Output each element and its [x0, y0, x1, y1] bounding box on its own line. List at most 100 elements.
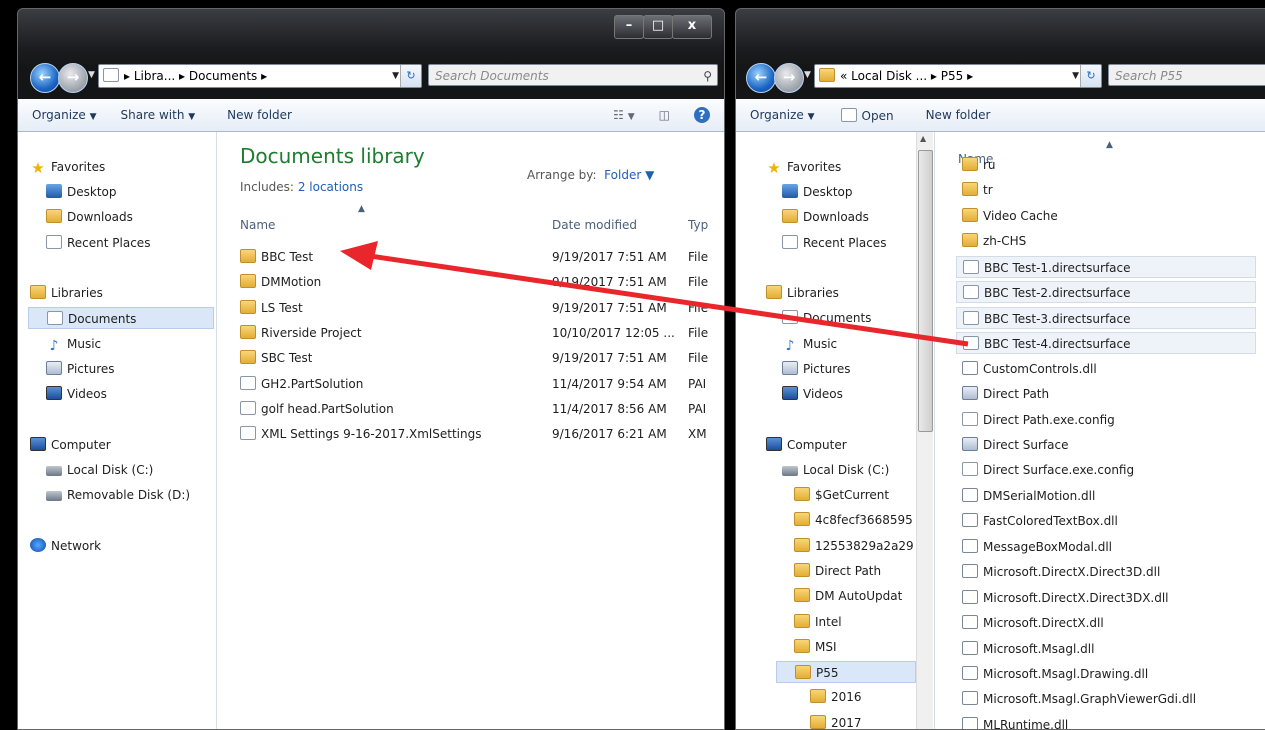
file-row[interactable]: DMMotion 9/19/2017 7:51 AM File [240, 271, 710, 293]
nav-subfolder-item[interactable]: 2016 [810, 686, 862, 708]
nav-music[interactable]: ♪ Music [782, 333, 838, 355]
file-row[interactable]: Microsoft.DirectX.Direct3D.dll [956, 561, 1256, 583]
file-row[interactable]: Riverside Project 10/10/2017 12:05 ... Fil… [240, 322, 710, 344]
file-row[interactable]: BBC Test 9/19/2017 7:51 AM File [240, 246, 710, 268]
file-row[interactable]: tr [956, 179, 1256, 201]
nav-network[interactable]: Network [30, 535, 101, 557]
file-row[interactable]: Direct Path [956, 383, 1256, 405]
column-header-date-modified[interactable]: Date modified [552, 218, 637, 232]
nav-removable-disk[interactable]: Removable Disk (D:) [46, 484, 190, 506]
file-row[interactable]: BBC Test-1.directsurface [956, 255, 1256, 278]
file-row[interactable]: CustomControls.dll [956, 358, 1256, 380]
nav-folder-item[interactable]: $GetCurrent [794, 484, 889, 506]
nav-computer[interactable]: Computer [766, 434, 847, 456]
nav-folder-item[interactable]: MSI [794, 636, 837, 658]
nav-desktop[interactable]: Desktop [46, 181, 117, 203]
file-row[interactable]: Microsoft.Msagl.Drawing.dll [956, 663, 1256, 685]
nav-recent-places[interactable]: Recent Places [782, 232, 886, 254]
nav-libraries[interactable]: Libraries [766, 282, 839, 304]
forward-button[interactable]: → [774, 63, 804, 93]
scrollbar-thumb[interactable] [918, 150, 933, 432]
file-row[interactable]: XML Settings 9-16-2017.XmlSettings 9/16/2… [240, 423, 710, 445]
maximize-button[interactable]: □ [643, 15, 673, 39]
file-row[interactable]: Direct Path.exe.config [956, 409, 1256, 431]
nav-folder-item[interactable]: Direct Path [794, 560, 881, 582]
nav-videos[interactable]: Videos [46, 383, 107, 405]
organize-button[interactable]: Organize ▼ [750, 108, 815, 122]
file-row[interactable]: zh-CHS [956, 230, 1256, 252]
nav-subfolder-item[interactable]: 2017 [810, 712, 862, 729]
nav-videos[interactable]: Videos [782, 383, 843, 405]
nav-folder-item[interactable]: P55 [776, 661, 916, 684]
nav-recent-places[interactable]: Recent Places [46, 232, 150, 254]
search-input[interactable]: Search Documents ⚲ [428, 64, 718, 86]
nav-libraries[interactable]: Libraries [30, 282, 103, 304]
search-input[interactable]: Search P55 [1108, 64, 1265, 86]
address-bar[interactable]: « Local Disk ... ▸ P55 ▸ ▼ ↻ [814, 64, 1102, 88]
nav-downloads[interactable]: Downloads [782, 206, 869, 228]
file-row[interactable]: BBC Test-3.directsurface [956, 306, 1256, 329]
preview-pane-icon[interactable]: ◫ [659, 108, 670, 122]
nav-pictures[interactable]: Pictures [782, 358, 851, 380]
file-row[interactable]: Microsoft.Msagl.dll [956, 638, 1256, 660]
arrange-by-dropdown[interactable]: Folder ▼ [604, 168, 654, 182]
open-button[interactable]: Open [840, 107, 894, 123]
address-dropdown-icon[interactable]: ▼ [392, 65, 399, 87]
file-row[interactable]: Direct Surface [956, 434, 1256, 456]
minimize-button[interactable]: – [614, 15, 644, 39]
file-row[interactable]: BBC Test-2.directsurface [956, 281, 1256, 304]
file-row[interactable]: LS Test 9/19/2017 7:51 AM File [240, 297, 710, 319]
column-header-name[interactable]: Name [240, 218, 275, 232]
file-row[interactable]: Direct Surface.exe.config [956, 459, 1256, 481]
file-row[interactable]: SBC Test 9/19/2017 7:51 AM File [240, 347, 710, 369]
nav-desktop[interactable]: Desktop [782, 181, 853, 203]
views-icon[interactable]: ☷ ▼ [613, 108, 635, 122]
file-row[interactable]: DMSerialMotion.dll [956, 485, 1256, 507]
nav-local-disk[interactable]: Local Disk (C:) [782, 459, 889, 481]
refresh-button[interactable]: ↻ [1080, 65, 1101, 87]
nav-music[interactable]: ♪ Music [46, 333, 102, 355]
address-bar[interactable]: ▸ Libra... ▸ Documents ▸ ▼ ↻ [98, 64, 422, 88]
forward-button[interactable]: → [58, 63, 88, 93]
file-row[interactable]: Microsoft.DirectX.Direct3DX.dll [956, 587, 1256, 609]
file-row[interactable]: GH2.PartSolution 11/4/2017 9:54 AM PAI [240, 373, 710, 395]
file-row[interactable]: Video Cache [956, 205, 1256, 227]
file-row[interactable]: Microsoft.Msagl.GraphViewerGdi.dll [956, 688, 1256, 710]
refresh-button[interactable]: ↻ [400, 65, 421, 87]
nav-favorites[interactable]: ★ Favorites [30, 156, 105, 178]
address-dropdown-icon[interactable]: ▼ [1072, 65, 1079, 87]
help-icon[interactable]: ? [694, 107, 710, 123]
file-row[interactable]: golf head.PartSolution 11/4/2017 8:56 AM P… [240, 398, 710, 420]
scroll-up-icon[interactable]: ▲ [920, 134, 926, 143]
new-folder-button[interactable]: New folder [926, 108, 991, 122]
close-button[interactable]: x [672, 15, 712, 39]
back-button[interactable]: ← [746, 63, 776, 93]
share-with-button[interactable]: Share with ▼ [121, 108, 196, 122]
new-folder-button[interactable]: New folder [227, 108, 292, 122]
nav-pictures[interactable]: Pictures [46, 358, 115, 380]
nav-computer[interactable]: Computer [30, 434, 111, 456]
nav-favorites[interactable]: ★ Favorites [766, 156, 841, 178]
file-row[interactable]: ru [956, 154, 1256, 176]
nav-documents[interactable]: Documents [28, 307, 214, 329]
file-row[interactable]: MessageBoxModal.dll [956, 536, 1256, 558]
nav-folder-item[interactable]: 4c8fecf3668595 [794, 509, 913, 531]
nav-documents[interactable]: Documents [782, 307, 871, 329]
navigation-scrollbar[interactable]: ▲ [916, 132, 933, 729]
organize-button[interactable]: Organize ▼ [32, 108, 97, 122]
file-row[interactable]: FastColoredTextBox.dll [956, 510, 1256, 532]
locations-link[interactable]: 2 locations [298, 180, 363, 194]
nav-folder-item[interactable]: Intel [794, 611, 842, 633]
file-row[interactable]: BBC Test-4.directsurface [956, 332, 1256, 355]
document-icon [963, 285, 979, 300]
nav-folder-item[interactable]: DM AutoUpdat [794, 585, 902, 607]
back-button[interactable]: ← [30, 63, 60, 93]
recent-pages-dropdown-icon[interactable]: ▼ [804, 70, 811, 80]
column-header-type[interactable]: Typ [688, 218, 708, 232]
nav-folder-item[interactable]: 12553829a2a29 [794, 535, 914, 557]
nav-local-disk[interactable]: Local Disk (C:) [46, 459, 153, 481]
recent-pages-dropdown-icon[interactable]: ▼ [88, 70, 95, 80]
nav-downloads[interactable]: Downloads [46, 206, 133, 228]
file-row[interactable]: Microsoft.DirectX.dll [956, 612, 1256, 634]
file-row[interactable]: MLRuntime.dll [956, 714, 1256, 729]
